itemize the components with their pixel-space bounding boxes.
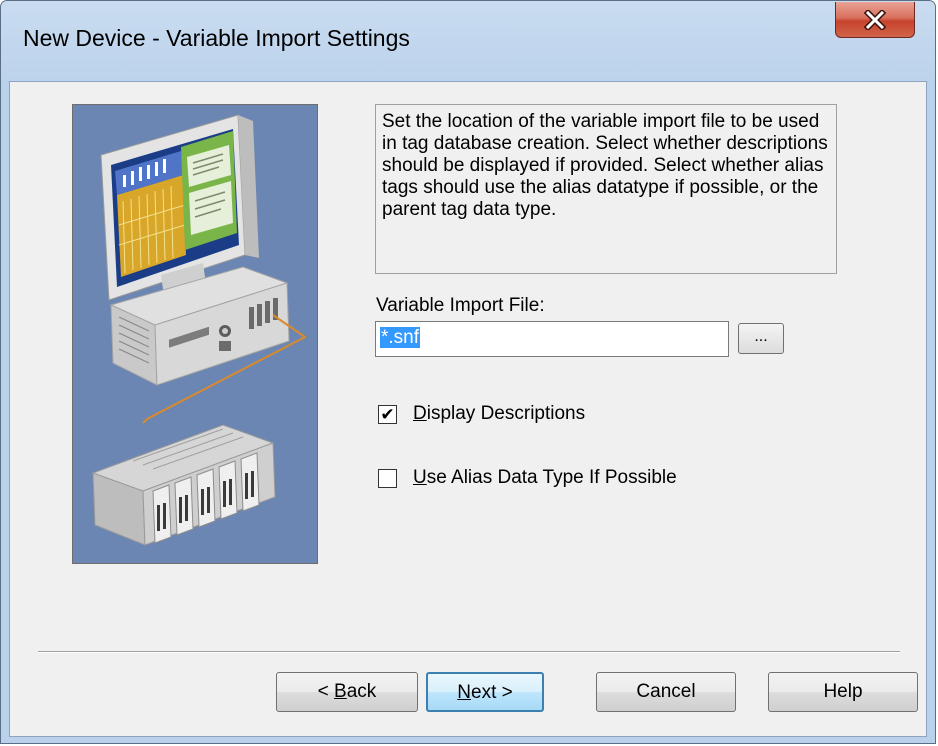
- dialog-window: New Device - Variable Import Settings Se…: [0, 0, 936, 744]
- use-alias-data-type-checkbox[interactable]: [378, 468, 397, 488]
- variable-import-file-input[interactable]: *.snf: [375, 321, 729, 357]
- help-button[interactable]: Help: [768, 672, 918, 712]
- button-separator: [38, 651, 900, 653]
- close-x-icon: [864, 9, 886, 30]
- checkmark-icon: ✔: [380, 404, 395, 424]
- selected-text: *.snf: [380, 327, 421, 348]
- cancel-button[interactable]: Cancel: [596, 672, 736, 712]
- display-descriptions-label: Display Descriptions: [413, 403, 586, 424]
- back-button[interactable]: < Back: [276, 672, 418, 712]
- description-box: Set the location of the variable import …: [375, 104, 837, 274]
- computer-plc-image: [73, 105, 317, 563]
- close-button[interactable]: [835, 2, 915, 38]
- variable-import-file-label: Variable Import File:: [376, 295, 545, 316]
- use-alias-data-type-label: Use Alias Data Type If Possible: [413, 467, 677, 488]
- next-button[interactable]: Next >: [426, 672, 544, 712]
- device-illustration: [72, 104, 318, 564]
- title-bar[interactable]: New Device - Variable Import Settings: [1, 1, 935, 81]
- dialog-client-area: Set the location of the variable import …: [9, 81, 927, 737]
- window-title: New Device - Variable Import Settings: [23, 25, 410, 51]
- browse-button[interactable]: ...: [738, 323, 784, 354]
- display-descriptions-option[interactable]: ✔ Display Descriptions: [378, 402, 585, 426]
- display-descriptions-checkbox[interactable]: ✔: [378, 404, 397, 424]
- use-alias-data-type-option[interactable]: Use Alias Data Type If Possible: [378, 466, 677, 490]
